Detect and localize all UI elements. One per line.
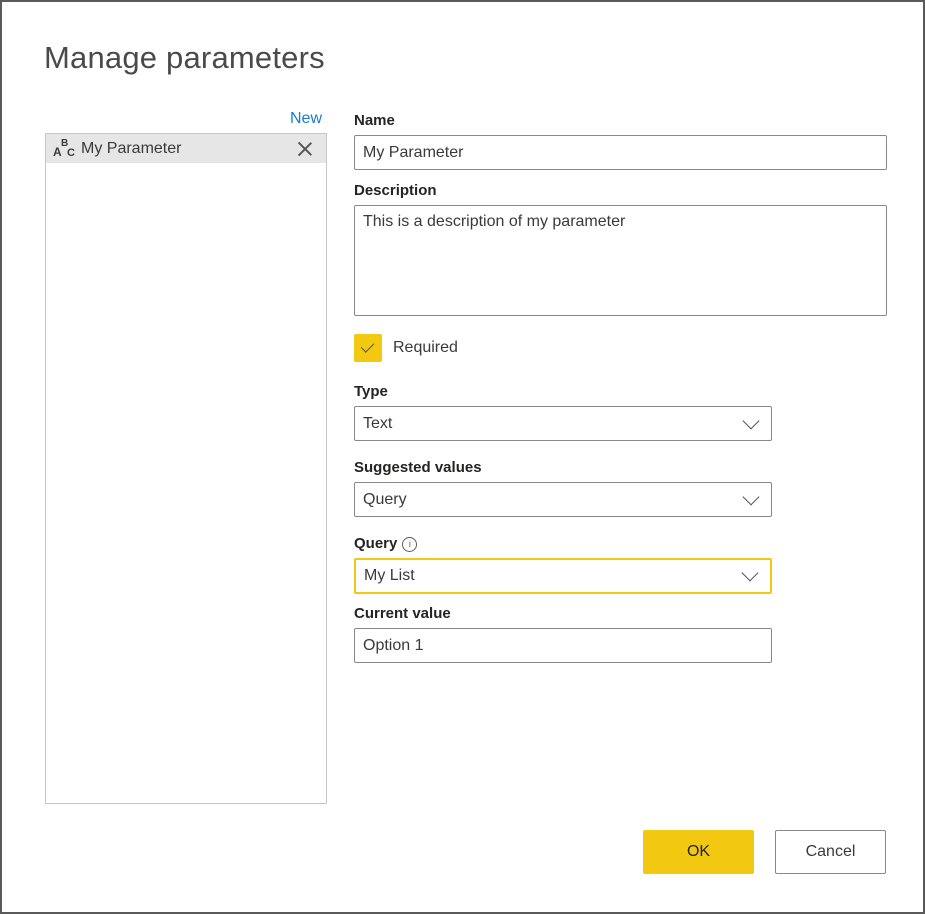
chevron-down-icon: [741, 564, 759, 582]
description-field-value: This is a description of my parameter: [363, 213, 626, 230]
name-field[interactable]: My Parameter: [354, 135, 887, 170]
type-dropdown[interactable]: Text: [354, 406, 772, 441]
required-label: Required: [393, 339, 458, 356]
required-checkbox[interactable]: [354, 334, 382, 362]
description-label: Description: [354, 182, 437, 199]
parameter-list-item-label: My Parameter: [81, 139, 182, 157]
query-dropdown-value: My List: [364, 567, 415, 584]
type-dropdown-value: Text: [363, 414, 393, 432]
query-dropdown[interactable]: My List: [354, 558, 772, 594]
manage-parameters-dialog: Manage parameters New ABC My Parameter N…: [0, 0, 925, 914]
chevron-down-icon: [742, 412, 760, 429]
suggested-values-dropdown-value: Query: [363, 490, 407, 508]
query-label-row: Query i: [354, 535, 418, 552]
chevron-down-icon: [742, 488, 760, 505]
query-label: Query: [354, 535, 398, 552]
new-parameter-link[interactable]: New: [290, 110, 322, 128]
suggested-values-dropdown[interactable]: Query: [354, 482, 772, 517]
close-icon[interactable]: [298, 142, 312, 156]
info-icon[interactable]: i: [402, 537, 418, 552]
current-value-field[interactable]: Option 1: [354, 628, 772, 663]
suggested-values-label: Suggested values: [354, 459, 482, 476]
ok-button[interactable]: OK: [643, 830, 754, 874]
name-field-value: My Parameter: [363, 143, 464, 161]
current-value-field-value: Option 1: [363, 636, 424, 654]
name-label: Name: [354, 112, 395, 129]
cancel-button[interactable]: Cancel: [775, 830, 886, 874]
current-value-label: Current value: [354, 605, 451, 622]
dialog-title: Manage parameters: [44, 40, 325, 75]
type-label: Type: [354, 383, 388, 400]
parameter-list-item[interactable]: ABC My Parameter: [46, 134, 326, 163]
abc-text-icon: ABC: [53, 137, 75, 159]
description-field[interactable]: This is a description of my parameter: [354, 205, 887, 316]
parameter-list: ABC My Parameter: [45, 133, 327, 804]
